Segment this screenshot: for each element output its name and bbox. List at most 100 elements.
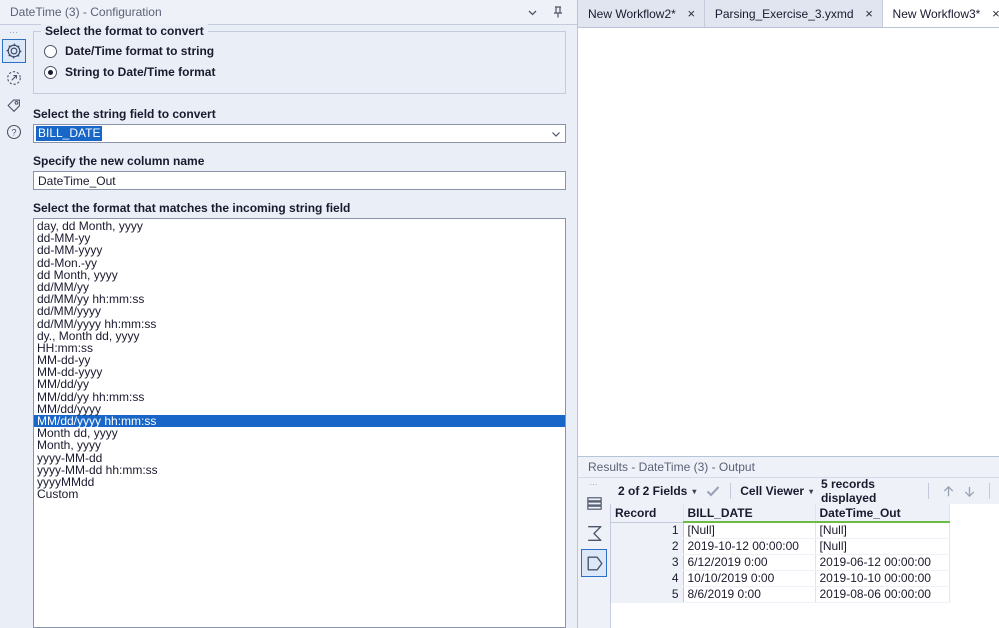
- summary-icon[interactable]: [581, 519, 607, 547]
- cell-record: 5: [611, 586, 684, 603]
- cell-datetime-out[interactable]: [Null]: [815, 522, 950, 539]
- workflow-tab[interactable]: New Workflow3* ×: [882, 0, 999, 27]
- chevron-down-icon: ▾: [809, 486, 814, 496]
- rail-drag-handle[interactable]: ⋯: [9, 27, 19, 39]
- cell-datetime-out[interactable]: 2019-08-06 00:00:00: [815, 586, 950, 603]
- messages-icon[interactable]: [581, 489, 607, 517]
- table-row[interactable]: 2 2019-10-12 00:00:00 [Null]: [611, 538, 950, 555]
- format-list-item[interactable]: Custom: [34, 488, 565, 500]
- radio-label: Date/Time format to string: [65, 44, 215, 58]
- format-list-item[interactable]: dd/MM/yy hh:mm:ss: [34, 293, 565, 305]
- help-icon[interactable]: ?: [2, 120, 26, 144]
- format-list-item[interactable]: dd-Mon.-yy: [34, 256, 565, 268]
- table-row[interactable]: 1 [Null] [Null]: [611, 522, 950, 539]
- results-grid: Record BILL_DATE DateTime_Out 1 [Null] [Nu…: [611, 504, 950, 603]
- radio-mark: [44, 44, 57, 58]
- close-icon[interactable]: ×: [863, 6, 876, 21]
- table-row[interactable]: 4 10/10/2019 0:00 2019-10-10 00:00:00: [611, 570, 950, 587]
- workflow-area: New Workflow2* × Parsing_Exercise_3.yxmd × N…: [578, 0, 999, 628]
- radio-mark: [44, 65, 57, 79]
- col-header-record[interactable]: Record: [611, 504, 684, 523]
- workflow-canvas[interactable]: Convert BILL_DATE From: MM/dd/yyyy hh:mm…: [578, 28, 999, 456]
- workflow-tabbar: New Workflow2* × Parsing_Exercise_3.yxmd × N…: [578, 0, 999, 28]
- format-listbox[interactable]: day, dd Month, yyyy dd-MM-yy dd-MM-yyyy dd-…: [33, 218, 566, 628]
- toolbar-separator: [989, 483, 991, 499]
- col-header-bill-date[interactable]: BILL_DATE: [683, 504, 816, 523]
- workflow-tab-label: New Workflow3*: [892, 6, 981, 21]
- format-list-item[interactable]: dd/MM/yyyy: [34, 305, 565, 317]
- cell-datetime-out[interactable]: [Null]: [815, 538, 950, 555]
- format-list-item[interactable]: yyyy-MM-dd hh:mm:ss: [34, 464, 565, 476]
- tag-icon[interactable]: [2, 93, 26, 117]
- results-toolbar: 2 of 2 Fields ▾ Cell Viewer ▾ 5 records: [610, 477, 999, 505]
- run-icon[interactable]: [2, 66, 26, 90]
- format-list-item[interactable]: Month dd, yyyy: [34, 427, 565, 439]
- format-list-label: Select the format that matches the incom…: [33, 201, 351, 215]
- radio-string-to-datetime[interactable]: String to Date/Time format: [44, 62, 555, 82]
- table-row[interactable]: 3 6/12/2019 0:00 2019-06-12 00:00:00: [611, 554, 950, 571]
- format-list-item[interactable]: day, dd Month, yyyy: [34, 220, 565, 232]
- workflow-tab[interactable]: Parsing_Exercise_3.yxmd ×: [704, 0, 883, 27]
- format-list-item[interactable]: MM-dd-yy: [34, 354, 565, 366]
- cell-bill-date[interactable]: 8/6/2019 0:00: [683, 586, 816, 603]
- col-header-datetime-out[interactable]: DateTime_Out: [815, 504, 950, 523]
- close-icon[interactable]: ×: [989, 6, 999, 21]
- cell-record: 4: [611, 570, 684, 587]
- output-anchor-icon[interactable]: [581, 549, 607, 577]
- radio-datetime-to-string[interactable]: Date/Time format to string: [44, 41, 555, 61]
- arrow-down-icon[interactable]: [959, 484, 980, 499]
- arrow-up-icon[interactable]: [938, 484, 959, 499]
- results-right: 2 of 2 Fields ▾ Cell Viewer ▾ 5 records: [610, 477, 999, 628]
- format-list-item[interactable]: dd-MM-yyyy: [34, 244, 565, 256]
- cell-bill-date[interactable]: 2019-10-12 00:00:00: [683, 538, 816, 555]
- close-icon[interactable]: ×: [685, 6, 698, 21]
- format-list-item[interactable]: Month, yyyy: [34, 439, 565, 451]
- format-list-item[interactable]: dd-MM-yy: [34, 232, 565, 244]
- format-direction-legend: Select the format to convert: [41, 24, 208, 38]
- format-list-item[interactable]: yyyy-MM-dd: [34, 451, 565, 463]
- format-list-item[interactable]: MM/dd/yy hh:mm:ss: [34, 390, 565, 402]
- results-titlebar: Results - DateTime (3) - Output: [578, 457, 999, 478]
- format-list-item[interactable]: yyyyMMdd: [34, 476, 565, 488]
- configuration-content: Select the format to convert Date/Time f…: [28, 24, 577, 628]
- format-list-item[interactable]: MM/dd/yy: [34, 378, 565, 390]
- alteryx-designer-window: DateTime (3) - Configuration ⋯ ? Select …: [0, 0, 999, 628]
- configuration-title: DateTime (3) - Configuration: [10, 5, 162, 19]
- cell-bill-date[interactable]: 6/12/2019 0:00: [683, 554, 816, 571]
- cell-viewer-label: Cell Viewer: [740, 484, 805, 498]
- cell-datetime-out[interactable]: 2019-06-12 00:00:00: [815, 554, 950, 571]
- format-list-item[interactable]: HH:mm:ss: [34, 342, 565, 354]
- toolbar-separator: [928, 483, 930, 499]
- results-panel: Results - DateTime (3) - Output ⋯ 2 of 2…: [578, 456, 999, 628]
- cell-datetime-out[interactable]: 2019-10-10 00:00:00: [815, 570, 950, 587]
- format-list-item[interactable]: dy., Month dd, yyyy: [34, 329, 565, 341]
- format-list-item[interactable]: MM-dd-yyyy: [34, 366, 565, 378]
- gear-icon[interactable]: [2, 39, 26, 63]
- fields-selector[interactable]: 2 of 2 Fields ▾: [618, 484, 696, 498]
- configuration-body: ⋯ ? Select the format to convert Date/Ti…: [0, 24, 577, 628]
- cell-bill-date[interactable]: 10/10/2019 0:00: [683, 570, 816, 587]
- results-rail-drag-handle[interactable]: ⋯: [590, 480, 599, 489]
- pin-icon[interactable]: [545, 1, 571, 23]
- results-icon-rail: ⋯: [578, 478, 610, 628]
- results-grid-wrapper[interactable]: Record BILL_DATE DateTime_Out 1 [Null] [Nu…: [610, 504, 999, 628]
- toolbar-separator: [730, 483, 732, 499]
- format-list-item[interactable]: dd/MM/yyyy hh:mm:ss: [34, 317, 565, 329]
- cell-bill-date[interactable]: [Null]: [683, 522, 816, 539]
- format-direction-group: Select the format to convert Date/Time f…: [33, 24, 566, 94]
- radio-label: String to Date/Time format: [65, 65, 216, 79]
- string-field-select[interactable]: BILL_DATE: [33, 124, 566, 143]
- table-row[interactable]: 5 8/6/2019 0:00 2019-08-06 00:00:00: [611, 586, 950, 603]
- cell-record: 2: [611, 538, 684, 555]
- svg-text:?: ?: [11, 128, 16, 138]
- workflow-tab-label: New Workflow2*: [588, 6, 676, 21]
- workflow-tab[interactable]: New Workflow2* ×: [578, 0, 705, 27]
- chevron-down-icon[interactable]: [519, 1, 545, 23]
- new-column-input[interactable]: DateTime_Out: [33, 171, 566, 190]
- format-list-item[interactable]: dd Month, yyyy: [34, 269, 565, 281]
- chevron-down-icon[interactable]: [547, 128, 565, 140]
- cell-viewer-selector[interactable]: Cell Viewer ▾: [740, 484, 813, 498]
- checkmark-icon[interactable]: [705, 483, 721, 499]
- new-column-label: Specify the new column name: [33, 154, 205, 168]
- grid-body: 1 [Null] [Null] 2 2019-10-12 00:00:00 [Null] 3…: [611, 522, 950, 603]
